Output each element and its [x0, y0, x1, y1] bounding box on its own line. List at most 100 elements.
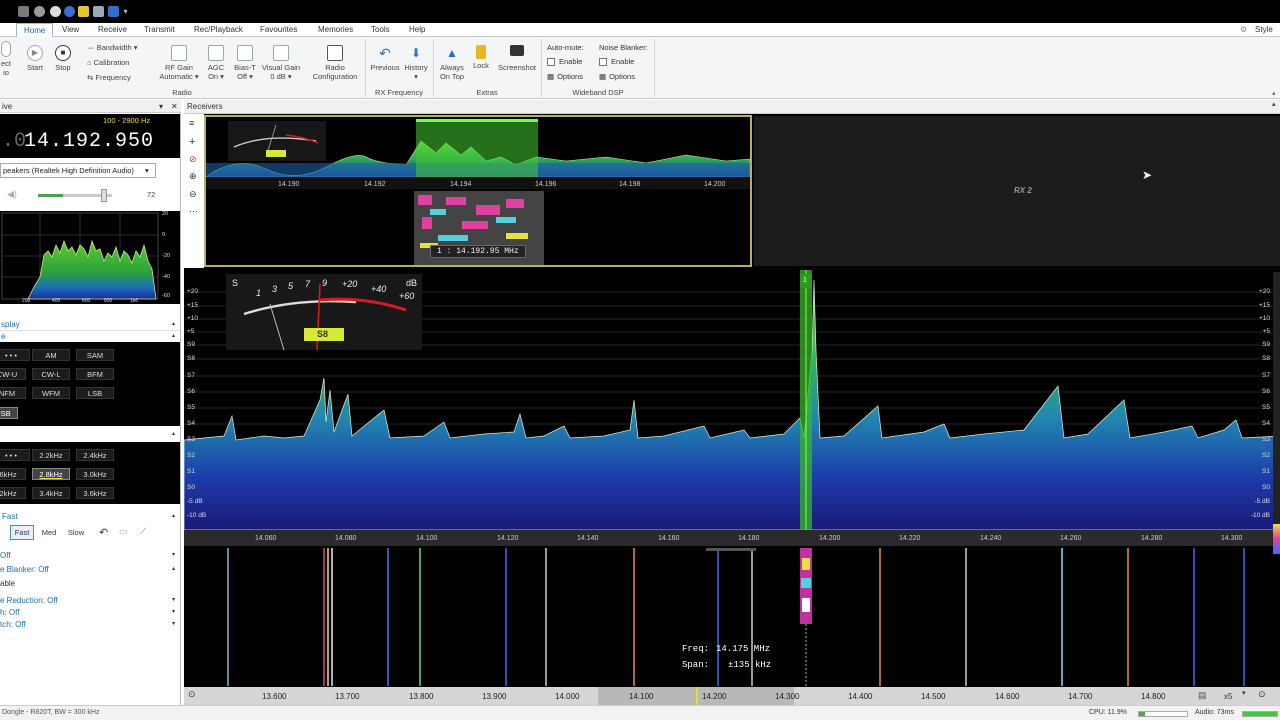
dsp-row-2[interactable]: e Blanker: Off ▴: [0, 565, 180, 576]
menu-tools[interactable]: Tools: [371, 25, 390, 34]
filter-3-4khz-button[interactable]: 3.4kHz: [32, 487, 70, 499]
waterfall-colormap-bar[interactable]: [1273, 524, 1280, 554]
filter-3-6khz-button[interactable]: 3.6kHz: [76, 487, 114, 499]
filter-3-2khz-button[interactable]: .2kHz: [0, 487, 26, 499]
auto-mute-options-button[interactable]: ▦ Options: [547, 72, 583, 81]
menu-transmit[interactable]: Transmit: [144, 25, 175, 34]
chevron-down-icon[interactable]: ▾: [172, 596, 175, 603]
mode-bfm-button[interactable]: BFM: [76, 368, 114, 380]
visual-gain-dropdown[interactable]: Visual Gain 0 dB ▾: [260, 45, 302, 81]
filter-2-6khz-button[interactable]: .6kHz: [0, 468, 26, 480]
filter-more-button[interactable]: • • •: [0, 449, 30, 461]
history-button[interactable]: ⬇ History ▾: [400, 45, 432, 81]
dsp-row-4[interactable]: e Reduction: Off ▾: [0, 596, 180, 607]
volume-handle[interactable]: [101, 189, 107, 202]
lock-button[interactable]: Lock: [470, 45, 492, 70]
rx2-window[interactable]: RX 2 ➤: [754, 116, 1280, 266]
main-spectrum[interactable]: S dB 1 3 5 7 9 +20 +40 +60 S8 1 +20 +15 +1…: [184, 270, 1280, 546]
eraser-icon[interactable]: ▭: [119, 526, 128, 537]
stop-icon[interactable]: [50, 6, 61, 17]
volume-slider[interactable]: [38, 189, 112, 202]
zoom-chevron-icon[interactable]: ▾: [1242, 689, 1246, 697]
screenshot-button[interactable]: Screenshot: [496, 45, 538, 72]
rf-gain-dropdown[interactable]: RF Gain Automatic ▾: [158, 45, 200, 81]
chevron-down-icon[interactable]: ▾: [172, 551, 175, 558]
display-section-header[interactable]: splay ▴: [0, 320, 180, 331]
noise-blanker-options-button[interactable]: ▦ Options: [599, 72, 635, 81]
mode-cwu-button[interactable]: CW-U: [0, 368, 26, 380]
quick-access-dropdown-icon[interactable]: ▾: [122, 6, 129, 17]
menu-view[interactable]: View: [62, 25, 79, 34]
auto-mute-enable-checkbox[interactable]: Enable: [547, 57, 582, 67]
agc-med-button[interactable]: Med: [37, 525, 61, 540]
rx1-window[interactable]: 14.190 14.192 14.194 14.196 14.198 14.20…: [204, 115, 752, 267]
settings-icon[interactable]: [93, 6, 104, 17]
menu-help[interactable]: Help: [409, 25, 425, 34]
menu-favourites[interactable]: Favourites: [260, 25, 297, 34]
filter-2-8khz-button[interactable]: 2.8kHz: [32, 468, 70, 480]
collapse-icon[interactable]: ▴: [172, 430, 175, 437]
panel-menu-icon[interactable]: ▾: [159, 100, 163, 113]
agc-fast-button[interactable]: Fast: [10, 525, 34, 540]
frequency-button[interactable]: ⇆ Frequency: [87, 73, 131, 82]
more-icon[interactable]: ⋯: [189, 206, 198, 217]
menu-home[interactable]: Home: [16, 23, 54, 37]
overview-right-icon[interactable]: ⊙: [1258, 689, 1266, 700]
zoom-out-icon[interactable]: ⊖: [189, 189, 197, 200]
previous-button[interactable]: ↶ Previous: [368, 45, 402, 72]
add-icon[interactable]: +: [189, 136, 195, 148]
chevron-down-icon[interactable]: ▾: [172, 620, 175, 627]
play-icon[interactable]: [34, 6, 45, 17]
expand-icon[interactable]: ▴: [172, 320, 175, 327]
speaker-icon[interactable]: ◀): [7, 189, 17, 200]
graph-icon[interactable]: ⟋: [140, 526, 146, 537]
globe-icon[interactable]: [64, 6, 75, 17]
mode-section-header[interactable]: e ▴: [0, 332, 180, 342]
collapse-ribbon-icon[interactable]: ▴: [1272, 89, 1276, 97]
remove-icon[interactable]: ⊘: [189, 154, 197, 165]
mode-cwl-button[interactable]: CW-L: [32, 368, 70, 380]
star-icon[interactable]: [78, 6, 89, 17]
agc-slow-button[interactable]: Slow: [64, 525, 88, 540]
collapse-icon[interactable]: ▴: [172, 512, 175, 519]
panel-menu-icon[interactable]: ▴: [1272, 100, 1276, 108]
agc-section-header[interactable]: Fast ▴: [0, 512, 180, 523]
undo-icon[interactable]: [108, 6, 119, 17]
calibration-button[interactable]: ⌂ Calibration: [87, 58, 129, 67]
mode-wfm-button[interactable]: WFM: [32, 387, 70, 399]
dsp-row-5[interactable]: h: Off ▾: [0, 608, 180, 619]
frequency-display[interactable]: 100 - 2900 Hz .0 14.192.950: [0, 114, 180, 158]
mode-usb-button[interactable]: USB: [0, 407, 18, 419]
chevron-down-icon[interactable]: ▾: [172, 608, 175, 615]
radio-configuration-button[interactable]: Radio Configuration: [308, 45, 362, 81]
filter-2-4khz-button[interactable]: 2.4kHz: [76, 449, 114, 461]
bandwidth-button[interactable]: ⇔ Bandwidth ▾: [87, 43, 137, 52]
mode-more-button[interactable]: • • •: [0, 349, 30, 361]
waterfall[interactable]: Freq: 14.175 MHz Span: ±135 kHz: [184, 548, 1280, 686]
select-radio-button[interactable]: ect io: [0, 41, 12, 77]
mode-am-button[interactable]: AM: [32, 349, 70, 361]
menu-memories[interactable]: Memories: [318, 25, 353, 34]
filter-section-header[interactable]: ▴: [0, 430, 180, 440]
zoom-level[interactable]: x5: [1224, 692, 1232, 701]
zoom-in-icon[interactable]: ⊕: [189, 171, 197, 182]
stop-button[interactable]: ■ Stop: [52, 45, 74, 72]
filter-2-2khz-button[interactable]: 2.2kHz: [32, 449, 70, 461]
spectrum-scrollbar[interactable]: [1273, 272, 1280, 542]
back-arrow-icon[interactable]: ↶: [99, 526, 108, 539]
start-button[interactable]: ▶ Start: [24, 45, 46, 72]
mode-lsb-button[interactable]: LSB: [76, 387, 114, 399]
overview-bar[interactable]: ⊙ 13.600 13.700 13.800 13.900 14.000 14.…: [184, 687, 1280, 705]
overview-left-icon[interactable]: ⊙: [188, 689, 196, 700]
collapse-icon[interactable]: ▴: [172, 332, 175, 339]
folder-icon[interactable]: [18, 6, 29, 17]
audio-device-select[interactable]: peakers (Realtek High Definition Audio) …: [0, 163, 156, 178]
mode-sam-button[interactable]: SAM: [76, 349, 114, 361]
close-icon[interactable]: ✕: [171, 100, 178, 113]
mode-nfm-button[interactable]: NFM: [0, 387, 26, 399]
menu-receive[interactable]: Receive: [98, 25, 127, 34]
always-on-top-button[interactable]: ▲ Always On Top: [436, 45, 468, 81]
style-menu[interactable]: Style: [1255, 25, 1273, 34]
dsp-row-6[interactable]: tch: Off ▾: [0, 620, 180, 631]
overview-settings-icon[interactable]: ▤: [1198, 690, 1207, 701]
